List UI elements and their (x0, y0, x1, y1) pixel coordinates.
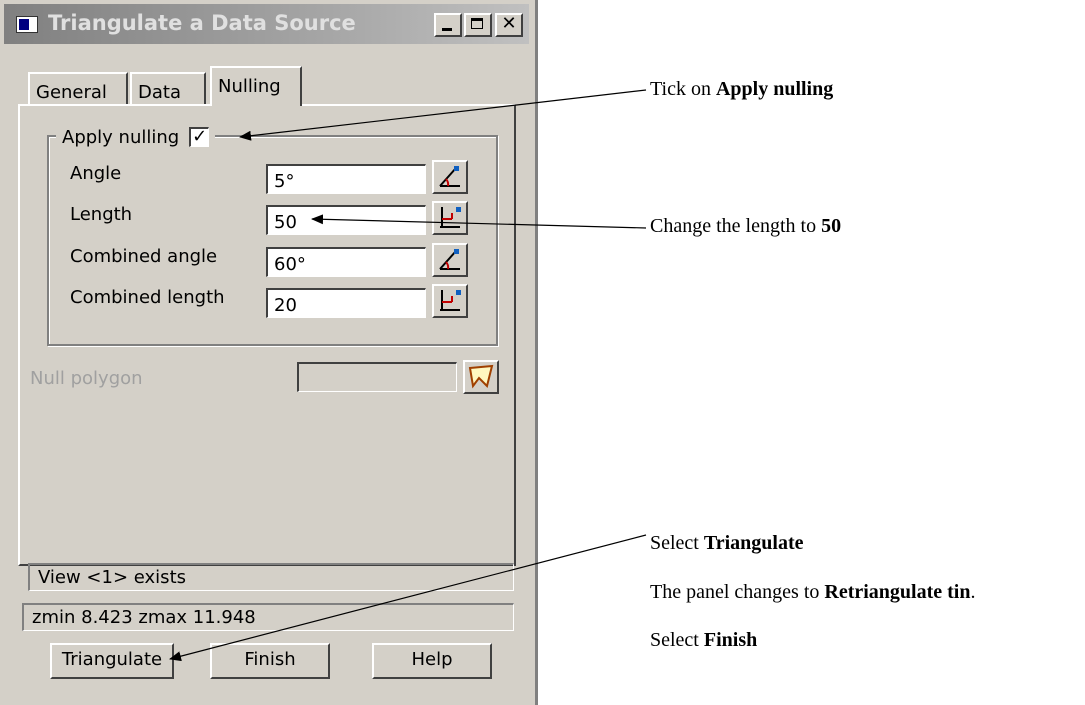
combined-angle-label: Combined angle (70, 246, 218, 267)
tab-nulling[interactable]: Nulling (210, 66, 302, 106)
annotation-panel-changes: The panel changes to Retriangulate tin. (650, 581, 976, 603)
polygon-pick-icon (468, 364, 494, 389)
tab-data-label: Data (138, 82, 181, 103)
finish-button[interactable]: Finish (210, 643, 330, 679)
apply-nulling-checkbox[interactable]: ✓ (189, 126, 210, 147)
annotation-select-finish: Select Finish (650, 629, 758, 651)
angle-label: Angle (70, 163, 122, 184)
length-pick-icon (440, 207, 461, 228)
apply-nulling-label: Apply nulling (62, 126, 180, 148)
tab-nulling-label: Nulling (218, 76, 281, 97)
angle-pick-icon (439, 249, 460, 270)
status-message-2: zmin 8.423 zmax 11.948 (22, 603, 514, 631)
null-polygon-pick-button[interactable] (463, 360, 499, 394)
null-polygon-label: Null polygon (30, 368, 143, 389)
angle-field[interactable]: 5° (266, 164, 426, 194)
combined-angle-pick-button[interactable] (432, 243, 468, 277)
minimize-button[interactable] (434, 13, 462, 37)
title-bar[interactable]: Triangulate a Data Source ✕ (4, 4, 529, 44)
close-button[interactable]: ✕ (495, 13, 523, 37)
length-pick-icon (440, 290, 461, 311)
triangulate-dialog: Triangulate a Data Source ✕ General Data… (0, 0, 538, 705)
length-label: Length (70, 204, 133, 225)
length-field[interactable]: 50 (266, 205, 426, 235)
tab-general[interactable]: General (28, 72, 128, 105)
help-button[interactable]: Help (372, 643, 492, 679)
triangulate-button[interactable]: Triangulate (50, 643, 174, 679)
annotation-length: Change the length to 50 (650, 215, 842, 237)
maximize-button[interactable] (464, 13, 492, 37)
apply-nulling-row: Apply nulling ✓ (56, 124, 216, 150)
tab-data[interactable]: Data (130, 72, 206, 105)
combined-length-pick-button[interactable] (432, 284, 468, 318)
combined-angle-field[interactable]: 60° (266, 247, 426, 277)
close-icon: ✕ (501, 13, 517, 34)
null-polygon-field[interactable] (297, 362, 457, 392)
combined-length-label: Combined length (70, 287, 225, 308)
angle-pick-icon (439, 166, 460, 187)
annotation-apply-nulling: Tick on Apply nulling (650, 78, 834, 100)
angle-pick-button[interactable] (432, 160, 468, 194)
window-title: Triangulate a Data Source (48, 11, 356, 35)
combined-length-field[interactable]: 20 (266, 288, 426, 318)
annotation-select-triangulate: Select Triangulate (650, 532, 804, 554)
app-icon (16, 16, 38, 33)
status-message-1: View <1> exists (28, 563, 514, 591)
checkmark-icon: ✓ (192, 126, 208, 147)
length-pick-button[interactable] (432, 201, 468, 235)
tab-general-label: General (36, 82, 107, 103)
